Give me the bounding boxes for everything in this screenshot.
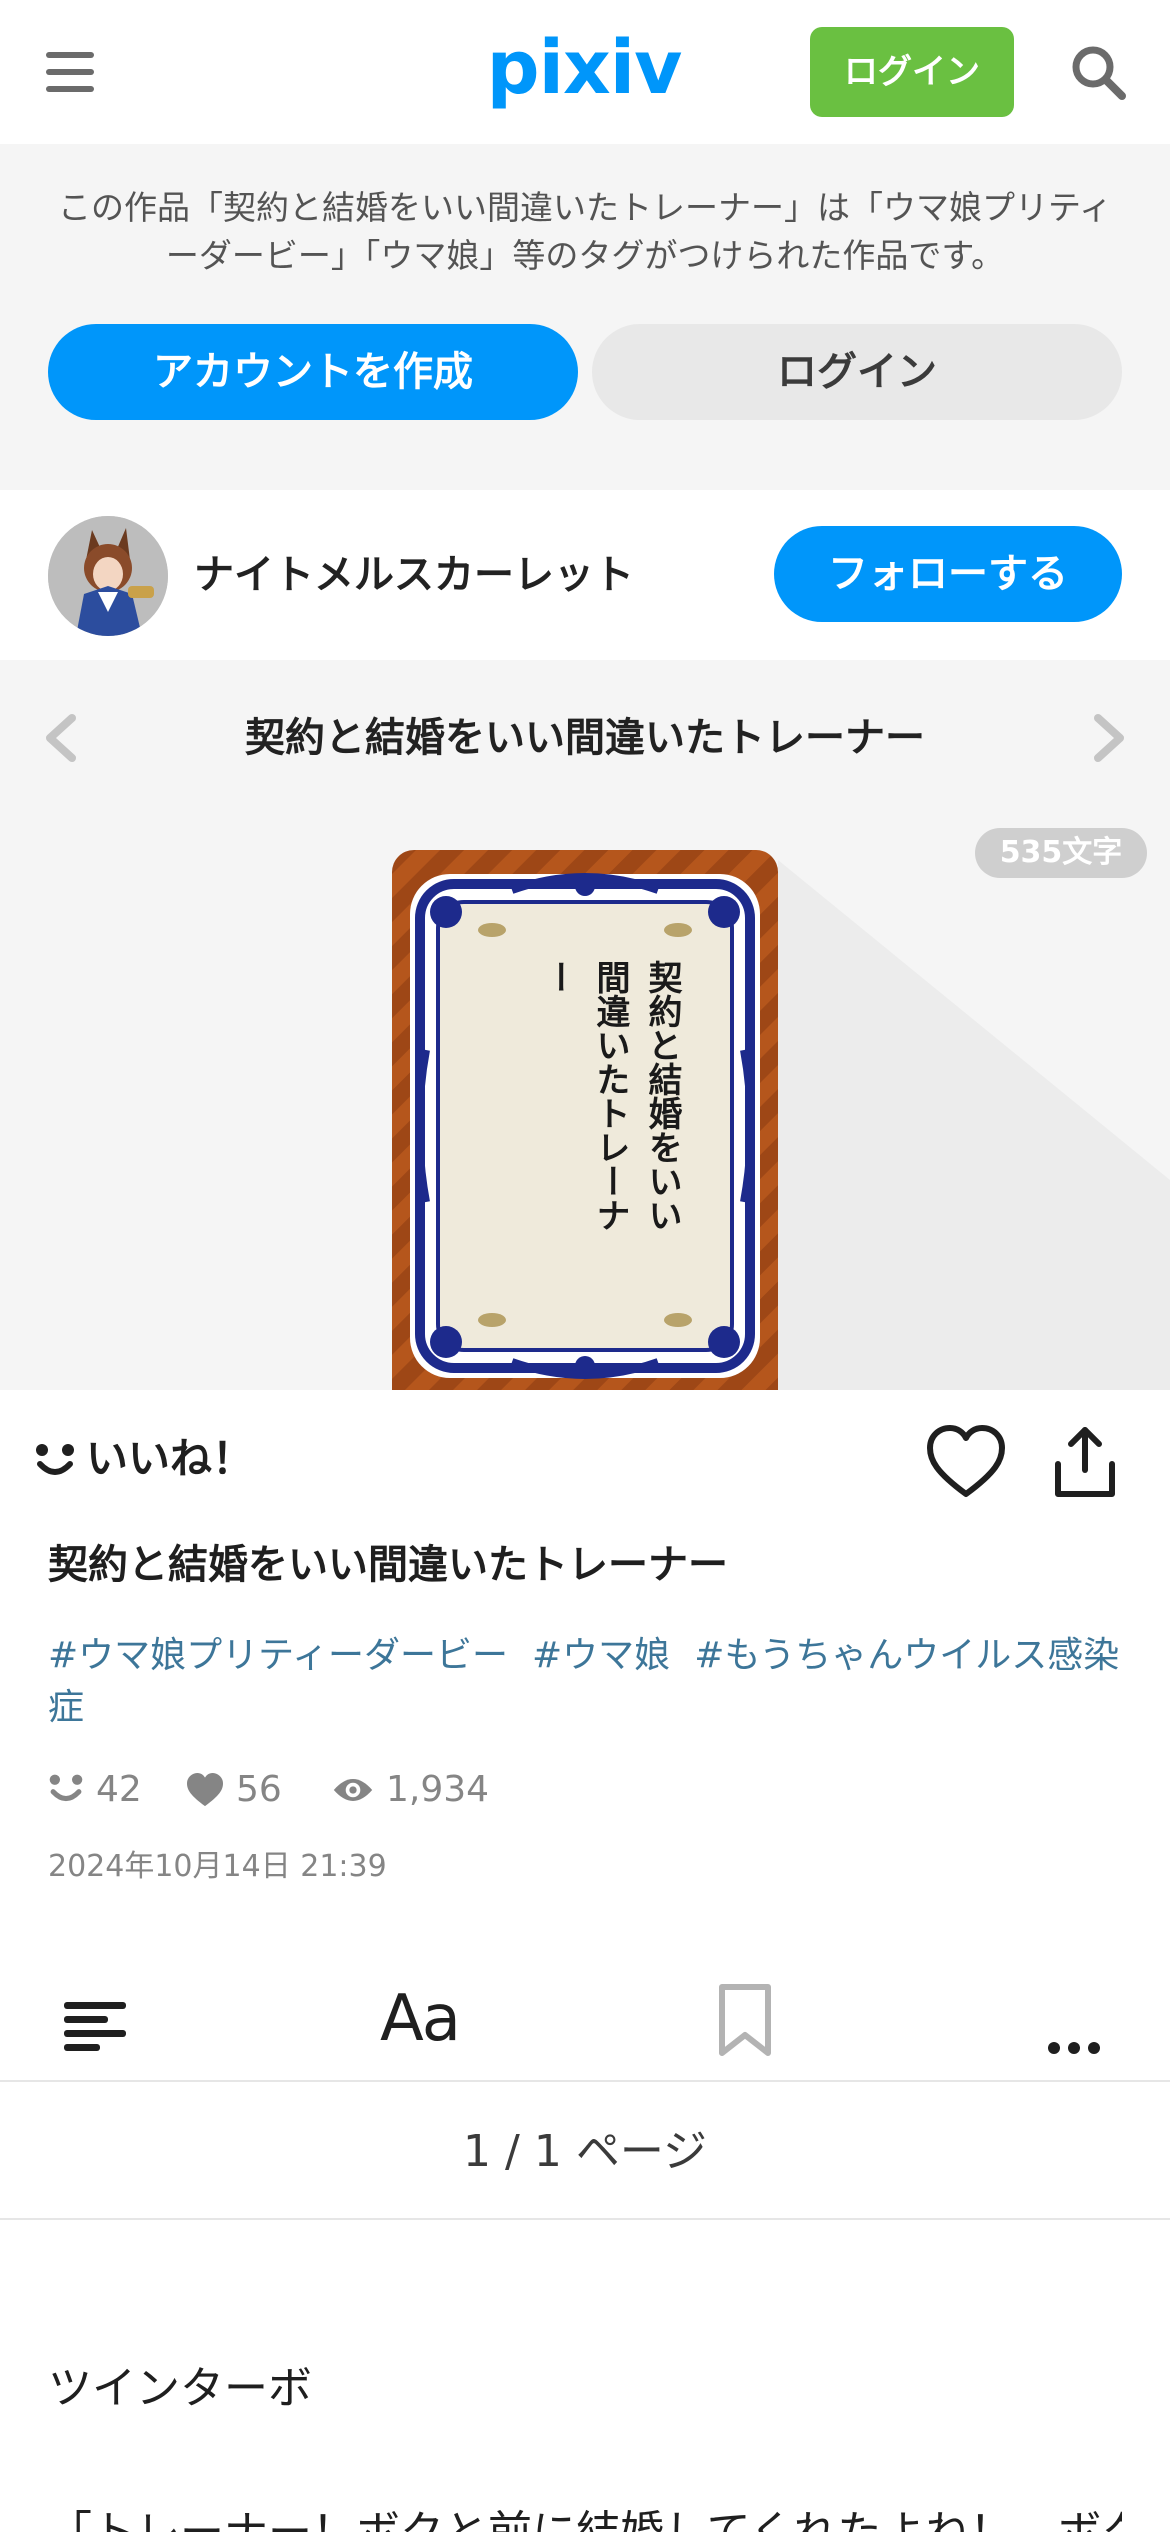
chevron-right-icon[interactable] bbox=[1090, 708, 1130, 768]
reader-toolbar: Aa bbox=[0, 1960, 1170, 2082]
author-name[interactable]: ナイトメルスカーレット bbox=[194, 540, 634, 610]
promo-login-button[interactable]: ログイン bbox=[592, 324, 1122, 420]
like-label: いいね！ bbox=[86, 1434, 255, 1483]
tag-link[interactable]: #ウマ娘プリティーダービー bbox=[48, 1635, 508, 1676]
signup-promo: この作品「契約と結婚をいい間違いたトレーナー」は「ウマ娘プリティーダービー」「ウ… bbox=[0, 144, 1170, 490]
novel-line: 「トレーナー！ボクと前に結婚してくれたよね！ ボク bbox=[48, 2500, 1122, 2532]
share-icon[interactable] bbox=[1052, 1424, 1118, 1500]
work-header: 契約と結婚をいい間違いたトレーナー 契約と結婚をいい間違いたトレーナー 535文… bbox=[0, 660, 1170, 1390]
promo-text: この作品「契約と結婚をいい間違いたトレーナー」は「ウマ娘プリティーダービー」「ウ… bbox=[57, 188, 1113, 275]
smile-icon bbox=[49, 1774, 83, 1802]
work-title: 契約と結婚をいい間違いたトレーナー bbox=[48, 1542, 728, 1588]
page-indicator: 1 / 1 ページ bbox=[0, 2084, 1170, 2220]
cover-shadow bbox=[778, 860, 1170, 1390]
font-size-icon[interactable]: Aa bbox=[380, 1974, 461, 2064]
hamburger-menu-icon[interactable] bbox=[46, 52, 96, 92]
cover-title-text: 契約と結婚をいい間違いたトレーナー bbox=[538, 960, 682, 1232]
author-avatar[interactable] bbox=[48, 516, 168, 636]
novel-line: ツインターボ bbox=[48, 2363, 312, 2414]
search-icon[interactable] bbox=[1068, 42, 1128, 102]
toc-icon[interactable] bbox=[62, 1990, 128, 2066]
app-header: pixiv ログイン bbox=[0, 0, 1170, 144]
tag-link[interactable]: #ウマ娘 bbox=[532, 1635, 670, 1676]
heart-icon[interactable] bbox=[926, 1424, 1006, 1500]
more-icon[interactable] bbox=[1046, 2010, 1102, 2086]
header-login-button[interactable]: ログイン bbox=[810, 27, 1014, 117]
create-account-button[interactable]: アカウントを作成 bbox=[48, 324, 578, 420]
author-row: ナイトメルスカーレット フォローする bbox=[0, 490, 1170, 660]
char-count-badge: 535文字 bbox=[975, 828, 1147, 878]
pixiv-logo[interactable]: pixiv bbox=[484, 18, 684, 118]
eye-icon bbox=[333, 1779, 373, 1801]
bookmark-icon[interactable] bbox=[716, 1982, 774, 2058]
chevron-left-icon[interactable] bbox=[40, 708, 80, 768]
upload-date: 2024年10月14日 21:39 bbox=[48, 1849, 387, 1884]
smile-icon bbox=[36, 1444, 74, 1475]
work-title-nav: 契約と結婚をいい間違いたトレーナー bbox=[245, 715, 925, 761]
heart-icon bbox=[187, 1772, 223, 1807]
tag-list: #ウマ娘プリティーダービー #ウマ娘 #もうちゃんウイルス感染症 bbox=[48, 1630, 1138, 1734]
follow-button[interactable]: フォローする bbox=[774, 526, 1122, 622]
cover-image[interactable]: 契約と結婚をいい間違いたトレーナー bbox=[392, 850, 778, 1390]
